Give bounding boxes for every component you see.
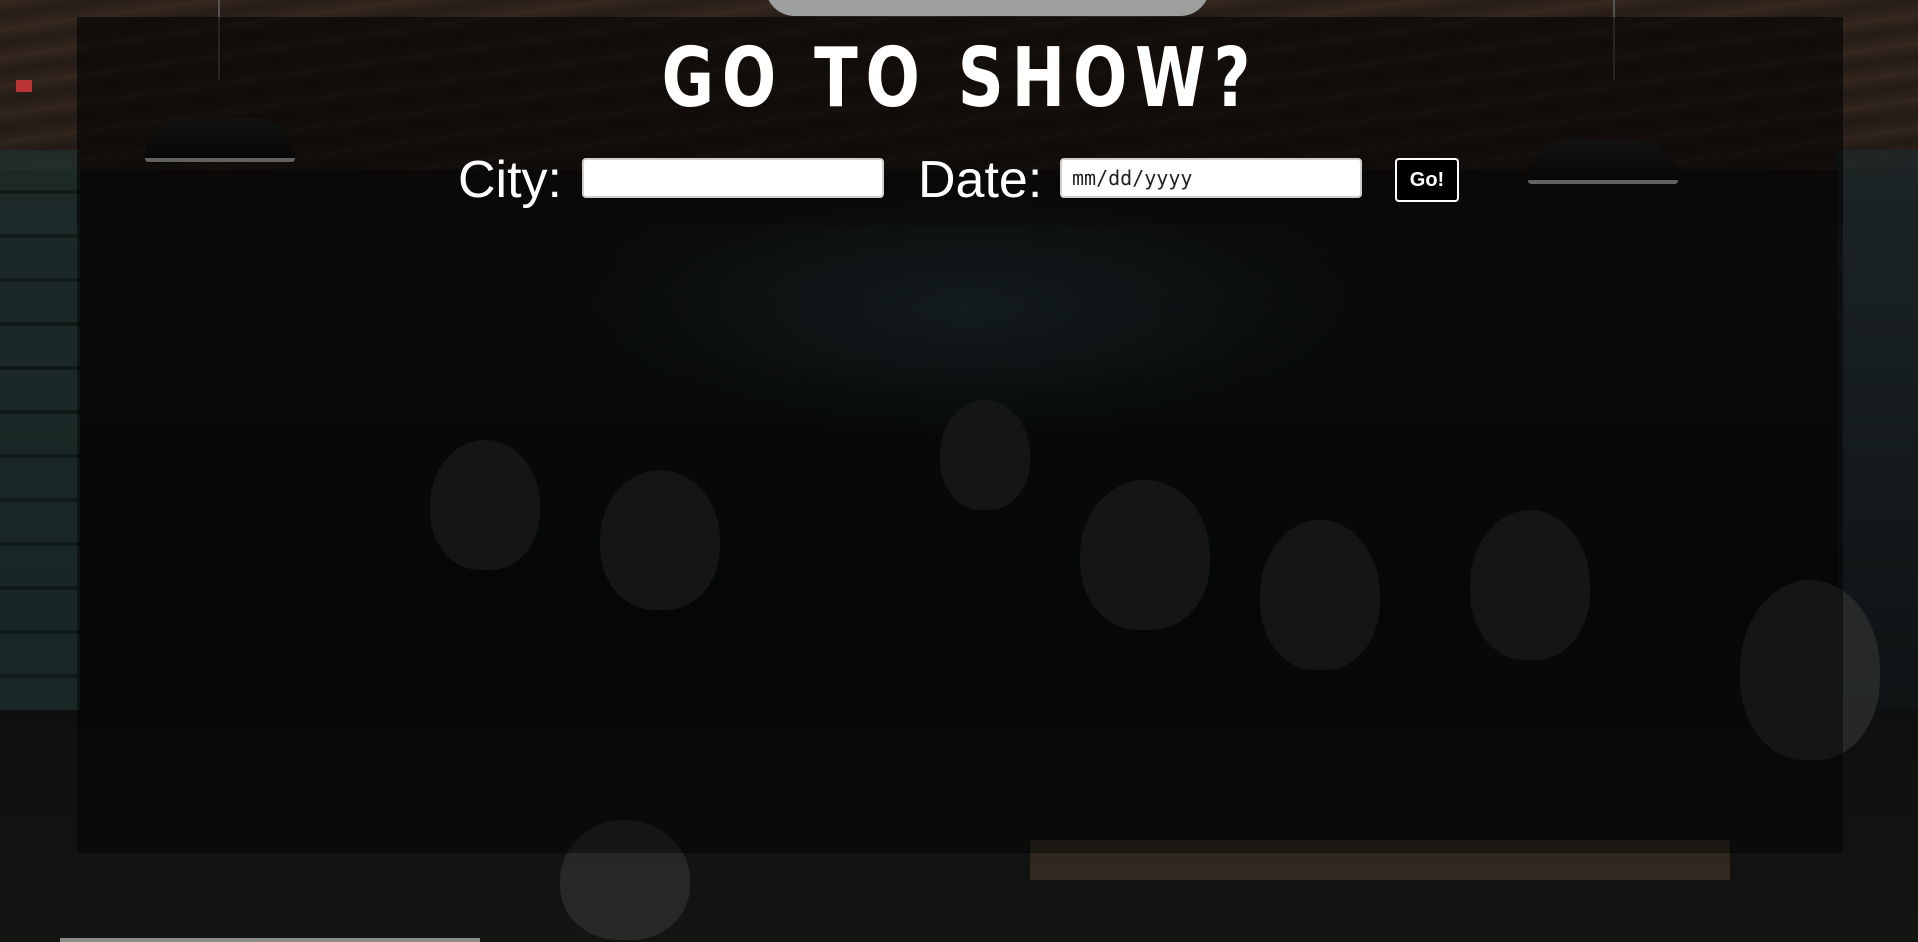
city-label: City: [458, 151, 562, 209]
page-title: GO TO SHOW? [661, 31, 1259, 126]
background-top-lamp [765, 0, 1210, 16]
background-left-wall [0, 150, 80, 710]
date-input[interactable] [1060, 158, 1362, 198]
city-input[interactable] [582, 158, 884, 198]
search-form: City: Date: Go! [77, 150, 1843, 210]
background-exit-sign [16, 80, 32, 92]
header: GO TO SHOW? City: Date: Go! [77, 17, 1843, 225]
date-label: Date: [918, 151, 1043, 209]
page: GO TO SHOW? City: Date: Go! [0, 0, 1918, 942]
bottom-edge [60, 938, 480, 942]
results-area [77, 225, 1843, 853]
main-panel: GO TO SHOW? City: Date: Go! [77, 17, 1843, 853]
go-button[interactable]: Go! [1395, 158, 1459, 202]
